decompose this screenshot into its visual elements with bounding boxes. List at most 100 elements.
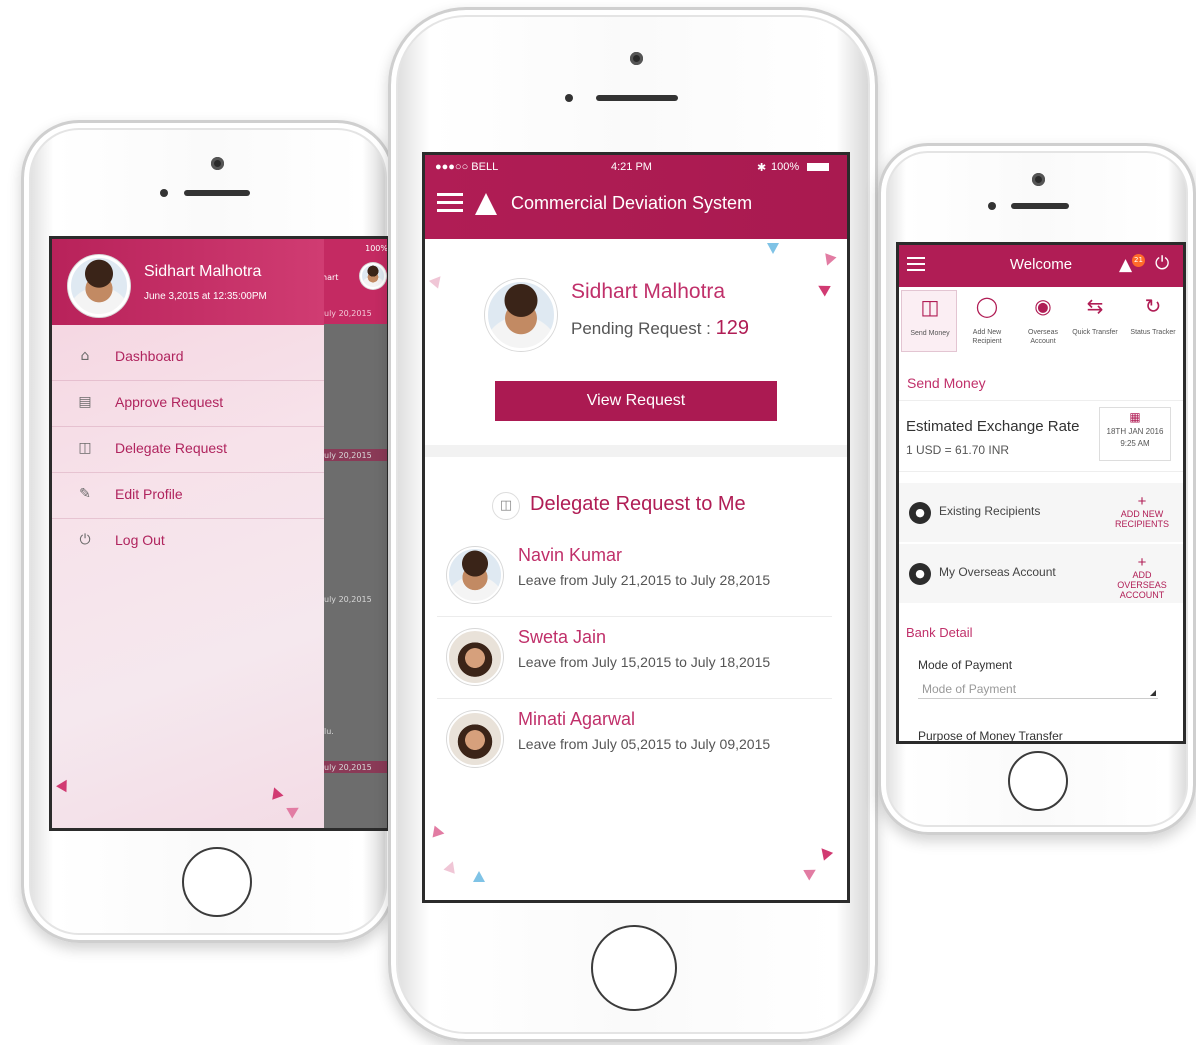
- existing-recipients-row[interactable]: ● Existing Recipients + ADD NEW RECIPIEN…: [899, 483, 1183, 543]
- menu-item-label: Delegate Request: [115, 440, 228, 456]
- overseas-account-row[interactable]: ● My Overseas Account + ADD OVERSEAS ACC…: [899, 544, 1183, 604]
- requester-name: Navin Kumar: [518, 545, 623, 565]
- exchange-time: 9:25 AM: [1120, 439, 1150, 448]
- profile-name: Sidhart Malhotra: [571, 280, 726, 303]
- row-label: My Overseas Account: [939, 565, 1056, 579]
- leave-dates: Leave from July 15,2015 to July 18,2015: [518, 654, 771, 670]
- coins-icon: ◫: [920, 295, 940, 319]
- profile-avatar: [485, 279, 557, 351]
- menu-item-edit-profile[interactable]: ✎ Edit Profile: [52, 473, 324, 519]
- request-item[interactable]: Minati Agarwal Leave from July 05,2015 t…: [437, 699, 832, 781]
- menu-item-label: Approve Request: [115, 394, 224, 410]
- section-divider: [425, 445, 847, 457]
- power-icon[interactable]: ⏻: [1155, 253, 1169, 274]
- quick-action-status-tracker[interactable]: ↻ Status Tracker: [1125, 290, 1181, 352]
- bank-detail-title: Bank Detail: [906, 625, 973, 640]
- bell-icon[interactable]: ▲: [1119, 255, 1132, 275]
- drawer-user-date: June 3,2015 at 12:35:00PM: [144, 291, 267, 302]
- status-time: 4:21 PM: [611, 161, 652, 173]
- group-icon: ●: [909, 563, 931, 585]
- menu-item-label: Log Out: [115, 532, 165, 548]
- background-app: 100% hart uly 20,2015 uly 20,2015 uly 20…: [322, 239, 387, 828]
- camera: [1032, 173, 1045, 186]
- left-phone-mockup: 100% hart uly 20,2015 uly 20,2015 uly 20…: [21, 120, 395, 943]
- speaker: [596, 95, 678, 101]
- request-item[interactable]: Sweta Jain Leave from July 15,2015 to Ju…: [437, 617, 832, 699]
- delegate-doc-icon: ◫: [492, 492, 520, 520]
- center-phone-mockup: ●●●○○ BELL 4:21 PM ✱ 100% Commercial Dev…: [388, 7, 878, 1042]
- bluetooth-icon: ✱: [757, 162, 767, 174]
- drawer-header: Sidhart Malhotra June 3,2015 at 12:35:00…: [52, 239, 324, 325]
- home-button[interactable]: [182, 847, 252, 917]
- confetti-decoration: [443, 859, 459, 874]
- user-avatar[interactable]: [68, 255, 130, 317]
- document-icon: ▤: [78, 394, 92, 410]
- app-header: ●●●○○ BELL 4:21 PM ✱ 100% Commercial Dev…: [425, 155, 847, 239]
- menu-item-log-out[interactable]: ⏻ Log Out: [52, 519, 324, 565]
- confetti-decoration: [815, 280, 831, 297]
- confetti-decoration: [268, 785, 284, 800]
- quick-action-add-recipient[interactable]: ◯ Add New Recipient: [959, 290, 1015, 352]
- tracker-icon: ↻: [1144, 294, 1162, 318]
- center-screen: ●●●○○ BELL 4:21 PM ✱ 100% Commercial Dev…: [422, 152, 850, 903]
- speaker: [184, 190, 250, 196]
- quick-action-label: Overseas Account: [1028, 329, 1058, 345]
- menu-item-delegate-request[interactable]: ◫ Delegate Request: [52, 427, 324, 473]
- menu-item-label: Dashboard: [115, 348, 184, 364]
- status-carrier: ●●●○○ BELL: [435, 161, 499, 173]
- edit-profile-icon: ✎: [79, 486, 91, 502]
- home-button[interactable]: [1008, 751, 1068, 811]
- right-screen: Welcome ▲ 21 ⏻ ◫ Send Money ◯ Add New Re…: [896, 242, 1186, 744]
- speaker: [1011, 203, 1069, 209]
- mode-of-payment-select[interactable]: Mode of Payment: [918, 679, 1158, 699]
- navigation-drawer: Sidhart Malhotra June 3,2015 at 12:35:00…: [52, 239, 324, 828]
- add-overseas-account-button[interactable]: + ADD OVERSEAS ACCOUNT: [1109, 554, 1175, 600]
- delegate-doc-icon: ◫: [78, 440, 92, 456]
- exchange-date: 18TH JAN 2016: [1106, 427, 1164, 436]
- requester-name: Sweta Jain: [518, 627, 607, 647]
- bg-label: lu.: [324, 727, 334, 736]
- dropdown-arrow-icon: [1150, 690, 1156, 696]
- add-new-recipients-button[interactable]: + ADD NEW RECIPIENTS: [1109, 494, 1175, 529]
- hamburger-menu-icon[interactable]: [437, 193, 463, 196]
- mode-of-payment-label: Mode of Payment: [918, 658, 1013, 672]
- requester-avatar: [447, 547, 503, 603]
- sensor-dot: [988, 202, 996, 210]
- view-request-button[interactable]: View Request: [495, 381, 777, 421]
- request-item[interactable]: Navin Kumar Leave from July 21,2015 to J…: [437, 535, 832, 617]
- exchange-rate-title: Estimated Exchange Rate: [906, 418, 1080, 435]
- confetti-decoration: [473, 871, 485, 882]
- notification-badge: 21: [1132, 254, 1145, 267]
- exchange-rate-value: 1 USD = 61.70 INR: [906, 443, 1010, 457]
- delegate-section-title: Delegate Request to Me: [530, 493, 746, 515]
- status-battery: 100%: [771, 161, 800, 173]
- quick-action-overseas-account[interactable]: ◉ Overseas Account: [1015, 290, 1071, 352]
- leave-dates: Leave from July 05,2015 to July 09,2015: [518, 736, 771, 752]
- battery-icon: [807, 163, 829, 171]
- purpose-label: Purpose of Money Transfer: [918, 729, 1063, 743]
- home-icon: ⌂: [80, 348, 90, 364]
- select-placeholder: Mode of Payment: [922, 682, 1017, 696]
- camera: [211, 157, 224, 170]
- transfer-icon: ⇆: [1086, 294, 1104, 318]
- menu-item-approve-request[interactable]: ▤ Approve Request: [52, 381, 324, 427]
- menu-item-dashboard[interactable]: ⌂ Dashboard: [52, 335, 324, 381]
- leave-dates: Leave from July 21,2015 to July 28,2015: [518, 572, 771, 588]
- menu-item-label: Edit Profile: [115, 486, 183, 502]
- requester-name: Minati Agarwal: [518, 709, 636, 729]
- left-screen: 100% hart uly 20,2015 uly 20,2015 uly 20…: [49, 236, 390, 831]
- home-button[interactable]: [591, 925, 677, 1011]
- action-label: ADD NEW RECIPIENTS: [1114, 509, 1169, 529]
- confetti-decoration: [803, 864, 819, 881]
- quick-action-label: Add New Recipient: [972, 329, 1002, 345]
- power-icon: ⏻: [79, 532, 91, 548]
- bg-label: uly 20,2015: [324, 309, 372, 318]
- quick-action-send-money[interactable]: ◫ Send Money: [901, 290, 957, 352]
- confetti-decoration: [56, 776, 72, 793]
- calendar-icon: ▦: [1129, 410, 1141, 424]
- plus-icon: +: [1137, 554, 1147, 571]
- quick-action-quick-transfer[interactable]: ⇆ Quick Transfer: [1067, 290, 1123, 352]
- sensor-dot: [160, 189, 168, 197]
- app-title: Commercial Deviation System: [511, 193, 753, 213]
- piggy-bank-icon: ◉: [1034, 294, 1052, 318]
